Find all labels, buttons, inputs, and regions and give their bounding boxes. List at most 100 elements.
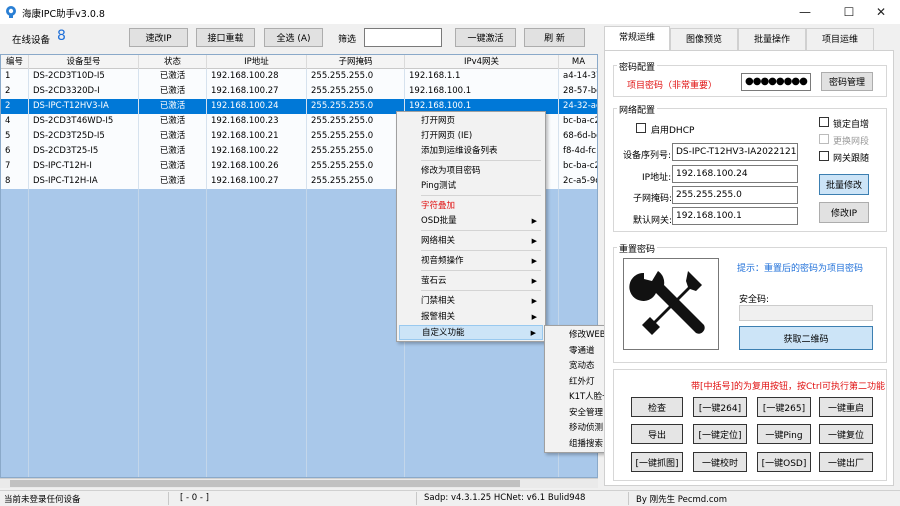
cell-gateway: 192.168.1.1 (405, 69, 559, 84)
cell-ip: 192.168.100.21 (207, 129, 307, 144)
refresh-button[interactable]: 刷 新 (524, 28, 585, 47)
cell-ip: 192.168.100.22 (207, 144, 307, 159)
context-menu-item[interactable]: 自定义功能 ▶ (399, 325, 543, 340)
function-button[interactable]: [一键OSD] (757, 452, 811, 472)
context-menu-item[interactable]: 门禁相关 ▶ (399, 294, 543, 309)
context-menu-item[interactable]: 打开网页 (IE) (399, 129, 543, 144)
filter-label: 筛选 (338, 35, 357, 45)
cell-model: DS-2CD3T46WD-I5 (29, 114, 139, 129)
tab-image-preview[interactable]: 图像预览 (670, 28, 738, 50)
cell-gateway: 192.168.100.1 (405, 84, 559, 99)
menu-item-label: 安全管理 (569, 407, 604, 418)
app-camera-icon (6, 6, 16, 18)
col-header-status[interactable]: 状态 (139, 55, 207, 69)
tab-project-maintenance[interactable]: 项目运维 (806, 28, 874, 50)
cell-mask: 255.255.255.0 (307, 174, 405, 189)
cell-mac: f8-4d-fc (559, 144, 597, 159)
col-header-mask[interactable]: 子网掩码 (307, 55, 405, 69)
scrollbar-thumb[interactable] (10, 480, 520, 487)
function-button[interactable]: 一键Ping (757, 424, 811, 444)
select-all-button[interactable]: 全选 (A) (264, 28, 323, 47)
tab-routine-maintenance[interactable]: 常规运维 (604, 26, 670, 50)
function-button[interactable]: 一键出厂 (819, 452, 873, 472)
function-button[interactable]: [一键抓图] (631, 452, 683, 472)
minimize-button[interactable]: — (786, 0, 824, 24)
cell-mask: 255.255.255.0 (307, 159, 405, 174)
one-key-activate-button[interactable]: 一键激活 (455, 28, 516, 47)
cell-status: 已激活 (139, 129, 207, 144)
menu-separator (421, 160, 541, 161)
cell-mask: 255.255.255.0 (307, 144, 405, 159)
online-devices-count: 8 (57, 28, 66, 44)
cell-status: 已激活 (139, 114, 207, 129)
menu-item-label: 宽动态 (569, 361, 595, 371)
menu-item-label: 修改为项目密码 (421, 166, 481, 176)
function-button[interactable]: [一键定位] (693, 424, 747, 444)
menu-item-label: 萤石云 (421, 276, 447, 286)
cell-ip: 192.168.100.24 (207, 99, 307, 114)
function-button[interactable]: 检查 (631, 397, 683, 417)
horizontal-scrollbar[interactable] (0, 478, 598, 488)
col-header-model[interactable]: 设备型号 (29, 55, 139, 69)
context-menu-item[interactable]: 打开网页 (399, 114, 543, 129)
context-menu-item[interactable]: 萤石云 ▶ (399, 274, 543, 289)
menu-item-label: 自定义功能 (422, 328, 465, 338)
close-button[interactable]: ✕ (862, 0, 900, 24)
col-header-ip[interactable]: IP地址 (207, 55, 307, 69)
tab-batch-operation[interactable]: 批量操作 (738, 28, 806, 50)
table-row[interactable]: 1 DS-2CD3T10D-I5 已激活 192.168.100.28 255.255.… (1, 69, 597, 84)
function-button[interactable]: [一键264] (693, 397, 747, 417)
cell-model: DS-2CD3T25D-I5 (29, 129, 139, 144)
function-button[interactable]: 一键复位 (819, 424, 873, 444)
menu-separator (421, 270, 541, 271)
menu-item-label: 移动侦测 (569, 423, 604, 433)
speed-ip-button[interactable]: 速改IP (129, 28, 188, 47)
context-menu-item[interactable]: 报警相关 ▶ (399, 310, 543, 325)
menu-separator (421, 230, 541, 231)
menu-item-label: 打开网页 (IE) (421, 131, 473, 141)
cell-mac: a4-14-37 (559, 69, 597, 84)
context-menu-item[interactable]: 字符叠加 (399, 199, 543, 214)
tab-bar: 常规运维 图像预览 批量操作 项目运维 (604, 26, 894, 50)
status-divider (168, 492, 169, 505)
col-header-index[interactable]: 编号 (1, 55, 29, 69)
author-status: By 刚先生 Pecmd.com (636, 495, 728, 505)
menu-item-label: 门禁相关 (421, 296, 456, 306)
submenu-arrow-icon: ▶ (531, 217, 537, 225)
menu-separator (421, 195, 541, 196)
cell-mask: 255.255.255.0 (307, 99, 405, 114)
cell-index: 1 (1, 69, 29, 84)
menu-item-label: 网络相关 (421, 236, 456, 246)
col-header-mac[interactable]: MA (559, 55, 597, 69)
submenu-arrow-icon: ▶ (530, 329, 536, 337)
function-button[interactable]: 一键校时 (693, 452, 747, 472)
col-header-gateway[interactable]: IPv4网关 (405, 55, 559, 69)
submenu-arrow-icon: ▶ (531, 237, 537, 245)
cell-mac: 28-57-be (559, 84, 597, 99)
cell-status: 已激活 (139, 69, 207, 84)
cell-mac: 68-6d-bc (559, 129, 597, 144)
function-button[interactable]: 一键重启 (819, 397, 873, 417)
cell-ip: 192.168.100.23 (207, 114, 307, 129)
context-menu-item[interactable]: Ping测试 (399, 179, 543, 194)
status-divider (416, 492, 417, 505)
filter-input[interactable] (364, 28, 442, 47)
status-divider (628, 492, 629, 505)
table-row[interactable]: 2 DS-2CD3320D-I 已激活 192.168.100.27 255.255.2… (1, 84, 597, 99)
function-button[interactable]: 导出 (631, 424, 683, 444)
cell-status: 已激活 (139, 99, 207, 114)
menu-item-label: 打开网页 (421, 116, 456, 126)
context-menu-item[interactable]: OSD批量 ▶ (399, 214, 543, 229)
cell-status: 已激活 (139, 159, 207, 174)
cell-model: DS-2CD3T25-I5 (29, 144, 139, 159)
menu-item-label: 视音频操作 (421, 256, 464, 266)
context-menu-item[interactable]: 添加到运维设备列表 (399, 144, 543, 159)
port-reset-button[interactable]: 接口重载 (196, 28, 255, 47)
cell-mac: bc-ba-c2 (559, 114, 597, 129)
function-button[interactable]: [一键265] (757, 397, 811, 417)
context-menu-item[interactable]: 网络相关 ▶ (399, 234, 543, 249)
cell-mac: 2c-a5-9c (559, 174, 597, 189)
context-menu-item[interactable]: 视音频操作 ▶ (399, 254, 543, 269)
context-menu-item[interactable]: 修改为项目密码 (399, 164, 543, 179)
cell-ip: 192.168.100.28 (207, 69, 307, 84)
